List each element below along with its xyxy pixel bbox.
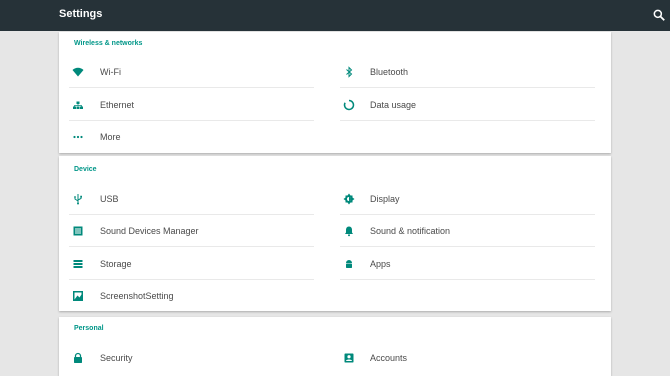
settings-item-ethernet[interactable]: Ethernet — [59, 89, 314, 121]
display-icon — [343, 193, 355, 205]
sound-devices-icon — [73, 226, 83, 236]
settings-item-security[interactable]: Security — [59, 342, 314, 374]
settings-item-bluetooth[interactable]: Bluetooth — [340, 56, 595, 88]
settings-item-apps[interactable]: Apps — [340, 248, 595, 280]
bluetooth-icon — [346, 66, 353, 78]
settings-item-label: Wi-Fi — [100, 67, 121, 77]
settings-item-label: ScreenshotSetting — [100, 291, 174, 301]
settings-item-label: More — [100, 132, 121, 142]
settings-item-more[interactable]: More — [59, 121, 314, 153]
settings-item-label: Ethernet — [100, 100, 135, 110]
wifi-icon — [72, 67, 84, 77]
personal-section: Personal Security Accounts — [59, 317, 611, 376]
wireless-networks-section: Wireless & networks Wi-Fi Bluetooth Ethe… — [59, 32, 611, 153]
data-usage-icon — [343, 99, 355, 111]
more-dots-icon — [73, 135, 83, 139]
storage-icon — [73, 260, 83, 268]
settings-item-data-usage[interactable]: Data usage — [340, 89, 595, 121]
screenshot-icon — [73, 291, 83, 301]
settings-item-label: Bluetooth — [370, 67, 409, 77]
device-section: Device USB Display Sound Devices Manager — [59, 156, 611, 311]
settings-item-accounts[interactable]: Accounts — [340, 342, 595, 374]
settings-item-label: USB — [100, 194, 119, 204]
app-bar: Settings — [0, 0, 670, 31]
section-title-personal: Personal — [74, 325, 104, 332]
account-icon — [344, 353, 354, 363]
bell-icon — [345, 226, 353, 237]
settings-item-label: Sound & notification — [370, 226, 451, 236]
settings-item-display[interactable]: Display — [340, 183, 595, 215]
settings-item-usb[interactable]: USB — [59, 183, 314, 215]
settings-item-label: Display — [370, 194, 400, 204]
settings-item-wifi[interactable]: Wi-Fi — [59, 56, 314, 88]
lock-icon — [74, 352, 82, 363]
settings-item-label: Storage — [100, 259, 132, 269]
settings-item-label: Accounts — [370, 353, 408, 363]
android-icon — [346, 260, 352, 268]
ethernet-icon — [73, 101, 83, 109]
settings-item-label: Data usage — [370, 100, 417, 110]
page-title: Settings — [59, 8, 103, 20]
settings-item-label: Apps — [370, 259, 391, 269]
settings-item-sound-notification[interactable]: Sound & notification — [340, 215, 595, 247]
search-icon[interactable] — [652, 8, 666, 22]
section-title-device: Device — [74, 166, 97, 173]
section-title-wireless: Wireless & networks — [74, 40, 143, 47]
settings-item-storage[interactable]: Storage — [59, 248, 314, 280]
usb-icon — [74, 194, 82, 205]
settings-item-sound-devices-manager[interactable]: Sound Devices Manager — [59, 215, 314, 247]
settings-item-label: Sound Devices Manager — [100, 226, 199, 236]
settings-item-screenshot-setting[interactable]: ScreenshotSetting — [59, 280, 314, 312]
settings-item-label: Security — [100, 353, 133, 363]
